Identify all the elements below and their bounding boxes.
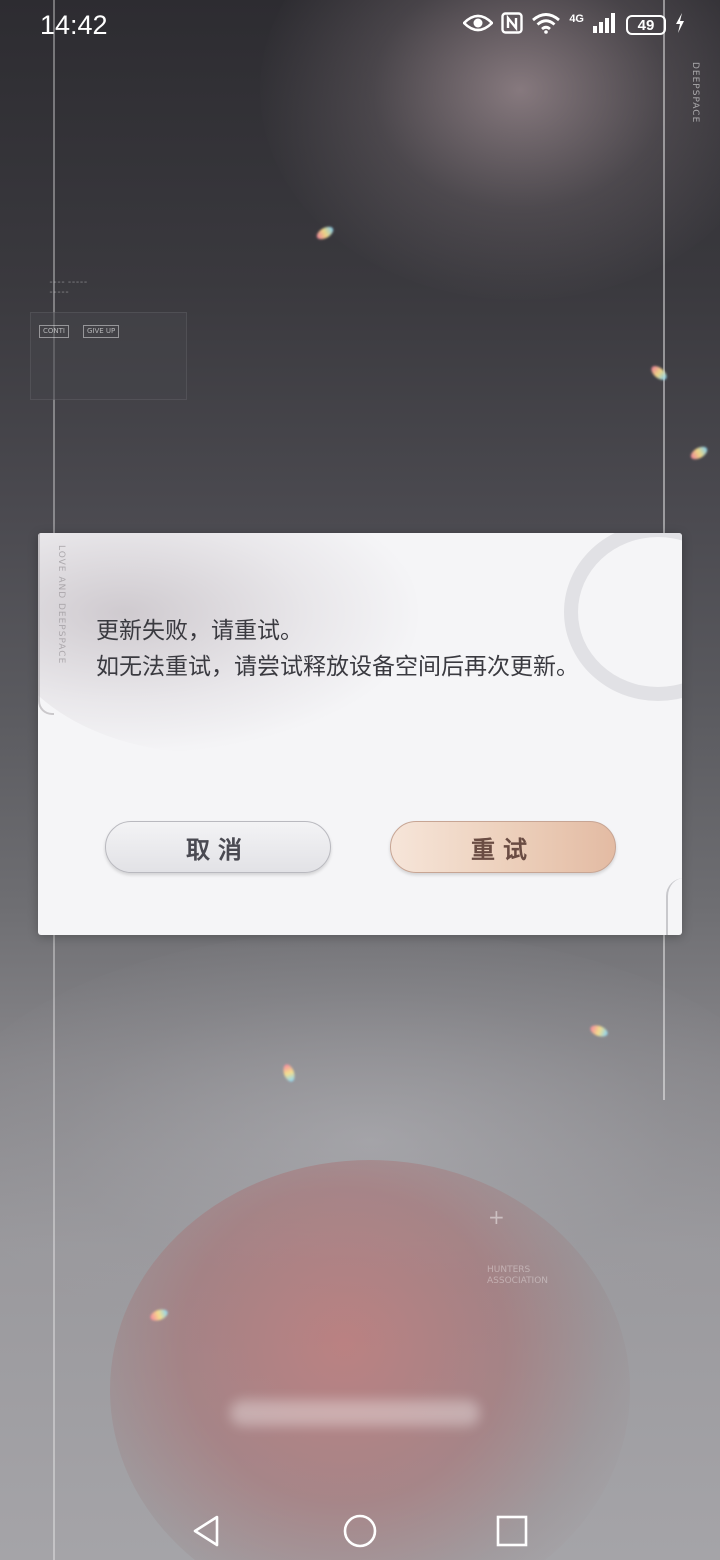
decor-sparkle	[688, 444, 710, 462]
plus-icon: +	[488, 1205, 505, 1229]
decor-blurred-text	[230, 1400, 480, 1426]
status-bar: 14:42 4G 49	[0, 0, 720, 52]
decor-small-text: ⁃⁃⁃⁃ ⁃⁃⁃⁃⁃ ⁃⁃⁃⁃⁃	[49, 278, 88, 297]
wifi-icon	[531, 12, 561, 38]
decor-hunters-line-1: HUNTERS	[487, 1265, 531, 1275]
dialog-message-line-2: 如无法重试，请尝试释放设备空间后再次更新。	[96, 654, 579, 680]
dialog-message: 更新失败，请重试。 如无法重试，请尝试释放设备空间后再次更新。	[96, 613, 596, 685]
decor-hunters-text: HUNTERS ASSOCIATION	[487, 1265, 548, 1287]
dialog-side-text: LOVE AND DEEPSPACE	[56, 545, 66, 665]
dialog-message-line-1: 更新失败，请重试。	[96, 618, 303, 644]
back-icon[interactable]	[189, 1514, 223, 1548]
charging-icon	[674, 12, 686, 38]
signal-icon	[592, 12, 618, 38]
recents-icon[interactable]	[495, 1514, 529, 1548]
decor-sparkle	[314, 224, 336, 242]
home-icon[interactable]	[343, 1514, 377, 1548]
game-update-screen: ⁃⁃⁃⁃ ⁃⁃⁃⁃⁃ ⁃⁃⁃⁃⁃ CONTI GIVE UP DEEPSPACE …	[0, 0, 720, 1560]
eye-icon	[462, 13, 495, 37]
dialog-arc-decor-bottom	[666, 878, 682, 935]
decor-tag-continue: CONTI	[39, 325, 69, 338]
decor-panel: CONTI GIVE UP	[30, 312, 187, 400]
update-failed-dialog: LOVE AND DEEPSPACE 更新失败，请重试。 如无法重试，请尝试释放…	[38, 533, 682, 935]
battery-icon: 49	[626, 15, 666, 35]
retry-button[interactable]: 重试	[390, 821, 616, 873]
navigation-bar	[0, 1500, 720, 1560]
decor-tag-give-up: GIVE UP	[83, 325, 120, 338]
decor-hunters-line-2: ASSOCIATION	[487, 1276, 549, 1286]
nfc-icon	[501, 12, 524, 38]
dialog-corner-decor	[38, 533, 54, 715]
status-time: 14:42	[40, 10, 108, 40]
decor-brand-text: DEEPSPACE	[690, 62, 700, 124]
network-type: 4G	[569, 13, 584, 25]
cancel-button[interactable]: 取消	[105, 821, 331, 873]
status-icons: 4G 49	[462, 12, 686, 38]
decor-sparkle	[648, 363, 670, 383]
